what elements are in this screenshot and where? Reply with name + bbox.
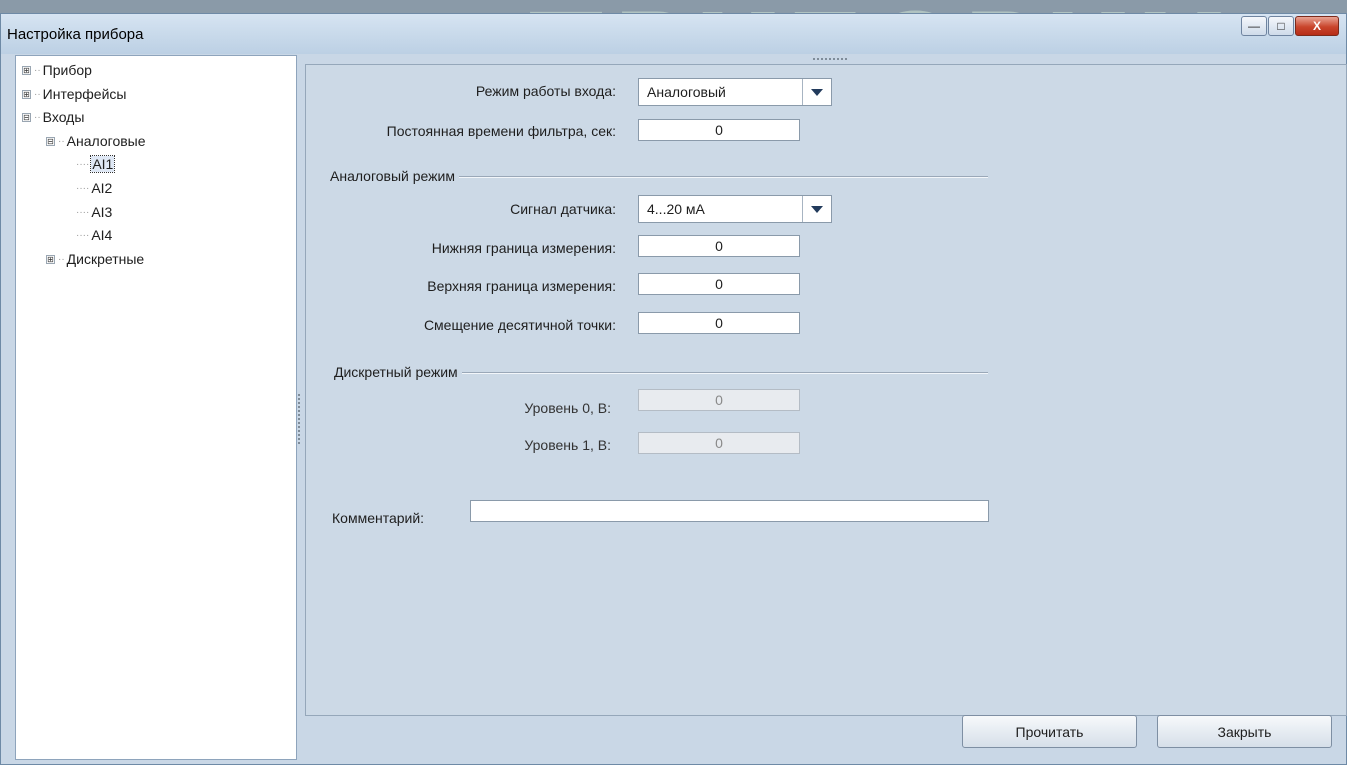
signal-label: Сигнал датчика: (510, 201, 616, 217)
level1-input[interactable]: 0 (638, 432, 800, 454)
filter-input[interactable]: 0 (638, 119, 800, 141)
decimal-point-label: Смещение десятичной точки: (423, 317, 616, 333)
mode-select[interactable]: Аналоговый (638, 78, 832, 106)
tree-item-label: Прибор (42, 62, 92, 78)
vertical-splitter[interactable] (298, 394, 302, 444)
tree-item-ai1[interactable]: ···· AI1 (76, 155, 116, 173)
tree-item-label: Аналоговые (66, 133, 146, 149)
tree-item-ai3[interactable]: ···· AI3 (76, 204, 112, 220)
settings-window: Настройка прибора — □ X ⊞ ·· Прибор ⊞ ·· И… (0, 13, 1347, 765)
read-button[interactable]: Прочитать (962, 715, 1137, 748)
horizontal-splitter[interactable] (813, 58, 847, 62)
expand-icon[interactable]: ⊞ (46, 254, 55, 264)
tree-item-analog[interactable]: ⊟ ·· Аналоговые (46, 133, 146, 149)
low-limit-label: Нижняя граница измерения: (431, 240, 616, 256)
high-limit-input[interactable]: 0 (638, 273, 800, 295)
tree-item-interfaces[interactable]: ⊞ ·· Интерфейсы (22, 86, 126, 102)
tree-item-inputs[interactable]: ⊟ ·· Входы (22, 109, 84, 125)
tree-item-label: Дискретные (66, 251, 145, 267)
signal-select-value: 4...20 мА (647, 201, 705, 217)
close-window-button[interactable]: X (1295, 16, 1339, 36)
collapse-icon[interactable]: ⊟ (46, 136, 55, 146)
tree-item-label: AI1 (90, 155, 116, 173)
minimize-button[interactable]: — (1241, 16, 1267, 36)
tree-item-ai4[interactable]: ···· AI4 (76, 227, 112, 243)
chevron-down-icon[interactable] (802, 79, 831, 105)
settings-tree: ⊞ ·· Прибор ⊞ ·· Интерфейсы ⊟ ·· Входы ⊟ ·· … (15, 55, 297, 760)
signal-select[interactable]: 4...20 мА (638, 195, 832, 223)
level0-label: Уровень 0, В: (524, 400, 611, 416)
comment-input[interactable] (470, 500, 989, 522)
mode-label: Режим работы входа: (475, 83, 616, 99)
title-bar: Настройка прибора — □ X (1, 14, 1346, 54)
mode-select-value: Аналоговый (647, 84, 726, 100)
filter-label: Постоянная времени фильтра, сек: (386, 123, 616, 139)
discrete-group-title: Дискретный режим (334, 364, 462, 380)
level0-input[interactable]: 0 (638, 389, 800, 411)
expand-icon[interactable]: ⊞ (22, 89, 31, 99)
tree-item-discrete[interactable]: ⊞ ·· Дискретные (46, 251, 144, 267)
collapse-icon[interactable]: ⊟ (22, 112, 31, 122)
settings-panel: Режим работы входа: Аналоговый Постоянна… (305, 64, 1347, 716)
level1-label: Уровень 1, В: (524, 437, 611, 453)
tree-item-pribor[interactable]: ⊞ ·· Прибор (22, 62, 92, 78)
tree-item-label: AI3 (91, 204, 113, 220)
close-button[interactable]: Закрыть (1157, 715, 1332, 748)
low-limit-input[interactable]: 0 (638, 235, 800, 257)
high-limit-label: Верхняя граница измерения: (427, 278, 616, 294)
tree-item-label: Входы (42, 109, 85, 125)
tree-item-label: AI4 (91, 227, 113, 243)
expand-icon[interactable]: ⊞ (22, 65, 31, 75)
analog-group-title: Аналоговый режим (330, 168, 459, 184)
chevron-down-icon[interactable] (802, 196, 831, 222)
comment-label: Комментарий: (332, 510, 425, 526)
tree-item-label: Интерфейсы (42, 86, 127, 102)
window-title: Настройка прибора (7, 26, 144, 43)
tree-item-label: AI2 (91, 180, 113, 196)
maximize-button[interactable]: □ (1268, 16, 1294, 36)
tree-item-ai2[interactable]: ···· AI2 (76, 180, 112, 196)
decimal-point-input[interactable]: 0 (638, 312, 800, 334)
